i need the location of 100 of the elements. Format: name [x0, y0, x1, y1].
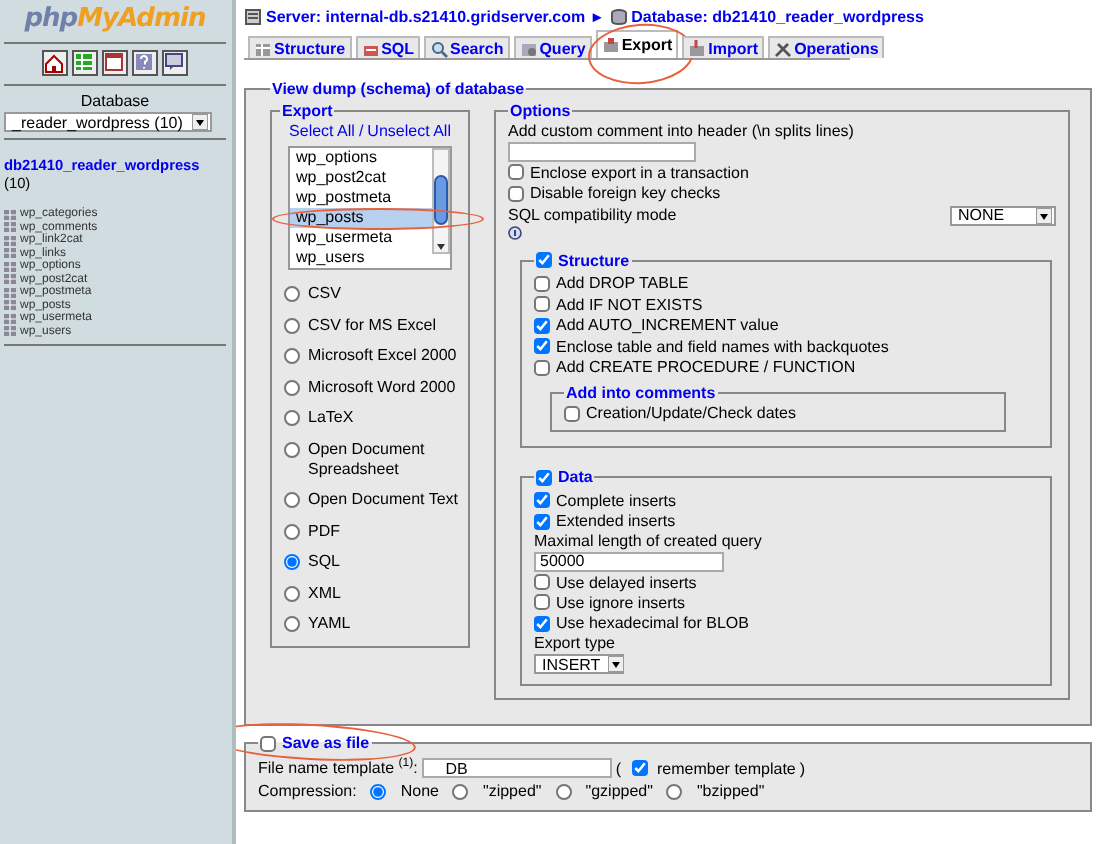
field-label: Export type	[534, 634, 617, 655]
section-legend: View dump (schema) of database	[270, 80, 527, 98]
checkbox-label: Add DROP TABLE	[556, 274, 689, 293]
radio-button[interactable]	[284, 317, 300, 333]
radio-label: SQL	[308, 552, 341, 572]
tab[interactable]: Structure	[248, 36, 352, 58]
checkbox[interactable]	[508, 164, 524, 181]
checkbox[interactable]	[534, 275, 550, 292]
checkbox[interactable]	[534, 615, 550, 632]
caret-icon	[1036, 207, 1052, 224]
select-all-link[interactable]: Select All	[289, 122, 355, 140]
radio-label: Open Document Spreadsheet	[308, 439, 427, 479]
radio-button[interactable]	[284, 585, 300, 601]
scrollbar	[432, 148, 450, 254]
max-length-field[interactable]: 50000	[534, 551, 724, 572]
radio-button[interactable]	[284, 286, 300, 302]
paren: )	[799, 759, 806, 778]
radio-button[interactable]	[370, 783, 387, 800]
checkbox[interactable]	[534, 513, 550, 530]
section-legend: Save as file	[282, 734, 370, 753]
checkbox-label: Use ignore inserts	[556, 593, 685, 612]
radio-button[interactable]	[555, 783, 572, 800]
table-listbox[interactable]: wp_options wp_post2cat wp_postmeta wp_posts wp_usermeta wp_users	[288, 146, 452, 270]
database-select[interactable]: _reader_wordpress (10)	[4, 112, 212, 132]
breadcrumb-separator: ▸	[593, 7, 602, 25]
list-option[interactable]: wp_users	[290, 248, 432, 268]
tab[interactable]: Export	[595, 30, 679, 58]
field-label: File name template $^{(1)}$:	[258, 758, 418, 778]
checkbox[interactable]	[536, 469, 552, 486]
radio-button[interactable]	[666, 783, 683, 800]
tab[interactable]: Import	[682, 36, 765, 58]
checkbox[interactable]	[534, 492, 550, 509]
checkbox[interactable]	[534, 594, 550, 611]
server-link[interactable]: Server: internal-db.s21410.gridserver.com	[266, 7, 586, 25]
checkbox[interactable]	[536, 252, 552, 269]
radio-button[interactable]	[284, 379, 300, 395]
checkbox-label: remember template	[657, 759, 796, 778]
radio-label: "bzipped"	[696, 782, 765, 801]
radio-button[interactable]	[284, 523, 300, 539]
section-legend: Data	[558, 468, 593, 487]
checkbox[interactable]	[631, 760, 648, 777]
radio-label: LaTeX	[308, 408, 354, 428]
radio-button[interactable]	[284, 410, 300, 426]
checkbox[interactable]	[534, 338, 550, 355]
checkbox[interactable]	[534, 296, 550, 313]
checkbox[interactable]	[534, 574, 550, 591]
radio-label: "gzipped"	[585, 782, 653, 801]
section-legend: Add into comments	[564, 383, 718, 402]
radio-button[interactable]	[284, 441, 300, 457]
home-icon[interactable]	[42, 50, 68, 76]
checkbox[interactable]	[260, 735, 276, 752]
filename-field[interactable]: __DB__	[421, 758, 612, 779]
help-icon[interactable]	[508, 225, 522, 240]
list-option[interactable]: wp_postmeta	[290, 188, 432, 208]
tab[interactable]: Operations	[768, 36, 885, 58]
database-link[interactable]: Database: db21410_reader_wordpress	[631, 7, 924, 25]
section-legend: Export	[280, 102, 335, 120]
paren: (	[615, 759, 622, 778]
checkbox-label: Complete inserts	[556, 491, 677, 510]
link-separator: /	[358, 122, 364, 140]
radio-button[interactable]	[284, 348, 300, 364]
checkbox-label: Add AUTO_INCREMENT value	[556, 316, 779, 335]
list-option[interactable]: wp_posts	[290, 208, 432, 228]
unselect-all-link[interactable]: Unselect All	[367, 122, 451, 140]
logo: phpMyAdmin	[24, 4, 206, 36]
checkbox-label: Add CREATE PROCEDURE / FUNCTION	[556, 358, 856, 377]
comment-field[interactable]	[508, 142, 696, 162]
radio-label: XML	[308, 583, 341, 603]
caret-icon	[192, 114, 208, 130]
checkbox[interactable]	[534, 317, 550, 334]
radio-label: YAML	[308, 614, 351, 634]
field-label: Compression:	[258, 782, 357, 801]
compat-select[interactable]: NONE	[950, 205, 1056, 226]
database-label: Database	[78, 92, 152, 110]
radio-label: Microsoft Excel 2000	[308, 346, 457, 366]
table-icon[interactable]	[72, 50, 98, 76]
list-option[interactable]: wp_post2cat	[290, 168, 432, 188]
caret-icon	[608, 656, 625, 673]
window-icon[interactable]	[102, 50, 128, 76]
checkbox-label: Disable foreign key checks	[530, 184, 721, 203]
list-option[interactable]: wp_options	[290, 148, 432, 168]
list-option[interactable]: wp_usermeta	[290, 228, 432, 248]
checkbox[interactable]	[508, 185, 524, 202]
radio-label: None	[400, 782, 439, 801]
chat-icon[interactable]	[162, 50, 188, 76]
export-type-select[interactable]: INSERT	[534, 654, 624, 675]
radio-button[interactable]	[284, 554, 300, 570]
tab[interactable]: Query	[513, 36, 592, 58]
tab[interactable]: SQL	[355, 36, 421, 58]
section-legend: Options	[508, 102, 573, 120]
radio-label: PDF	[308, 521, 340, 541]
help-icon[interactable]	[132, 50, 158, 76]
radio-button[interactable]	[284, 616, 300, 632]
radio-button[interactable]	[284, 492, 300, 508]
radio-label: CSV	[308, 284, 341, 304]
checkbox[interactable]	[534, 359, 550, 376]
tab[interactable]: Search	[424, 36, 510, 58]
checkbox[interactable]	[564, 405, 580, 422]
radio-button[interactable]	[452, 783, 469, 800]
section-legend: Structure	[558, 251, 630, 270]
